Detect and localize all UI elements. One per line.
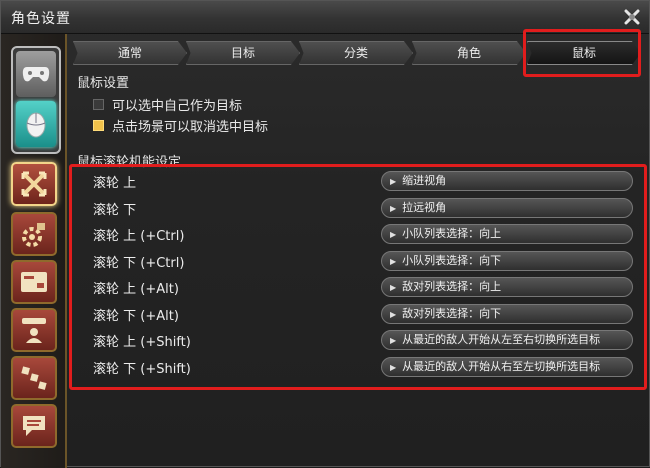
wheel-row-label: 滚轮 上	[93, 176, 137, 191]
wheel-action-value: 敌对列表选择：向上	[402, 280, 502, 293]
wheel-row-label: 滚轮 下 (+Alt)	[93, 309, 179, 324]
wheel-row-label: 滚轮 上 (+Ctrl)	[93, 229, 185, 244]
wheel-action-value: 缩进视角	[402, 174, 447, 187]
option-select-self[interactable]: 可以选中自己作为目标	[93, 95, 242, 114]
wheel-action-value: 敌对列表选择：向下	[402, 307, 502, 320]
mouse-settings-title: 鼠标设置	[77, 76, 130, 91]
gamepad-button[interactable]	[16, 51, 56, 97]
sidebar-item-chat[interactable]	[11, 404, 57, 448]
wheel-action-value: 小队列表选择：向下	[402, 254, 502, 267]
chat-icon	[23, 416, 45, 436]
wheel-action-select[interactable]: ▶ 敌对列表选择：向下	[381, 304, 633, 324]
wheel-action-select[interactable]: ▶ 拉远视角	[381, 198, 633, 218]
close-button[interactable]	[621, 6, 643, 28]
wheel-row: 滚轮 下 (+Shift) ▶ 从最近的敌人开始从右至左切换所选目标	[81, 357, 635, 377]
play-arrow-icon: ▶	[390, 283, 397, 292]
option-label: 点击场景可以取消选中目标	[112, 120, 269, 135]
window-title: 角色设置	[11, 11, 71, 27]
dots-icon	[21, 366, 47, 390]
wheel-row-label: 滚轮 下	[93, 203, 137, 218]
sidebar-item-card[interactable]	[11, 260, 57, 304]
character-settings-window: 角色设置 通常 目标 分类 角色 鼠标 鼠标设置 可以选中自己作为目标 点击场景…	[0, 0, 650, 468]
gamepad-icon	[22, 67, 50, 82]
wheel-row-label: 滚轮 上 (+Alt)	[93, 282, 179, 297]
wheel-action-value: 拉远视角	[402, 201, 447, 214]
wheel-action-value: 从最近的敌人开始从左至右切换所选目标	[402, 333, 601, 346]
wheel-action-select[interactable]: ▶ 缩进视角	[381, 171, 633, 191]
target-crosshair-icon	[21, 171, 47, 197]
wheel-settings-title: 鼠标滚轮机能设定	[77, 155, 182, 170]
tab-target[interactable]: 目标	[186, 41, 300, 65]
close-icon	[624, 9, 640, 25]
sidebar-item-profile[interactable]	[11, 308, 57, 352]
tab-mouse[interactable]: 鼠标	[527, 41, 641, 65]
wheel-row: 滚轮 上 (+Alt) ▶ 敌对列表选择：向上	[81, 277, 635, 297]
wheel-action-select[interactable]: ▶ 小队列表选择：向上	[381, 224, 633, 244]
sidebar-item-gear[interactable]	[11, 212, 57, 256]
tab-character[interactable]: 角色	[412, 41, 526, 65]
sidebar	[1, 34, 67, 468]
title-bar: 角色设置	[1, 1, 649, 34]
wheel-row: 滚轮 下 ▶ 拉远视角	[81, 198, 635, 218]
mouse-button[interactable]	[16, 101, 56, 147]
gear-bag-icon	[22, 223, 45, 247]
wheel-row: 滚轮 上 ▶ 缩进视角	[81, 171, 635, 191]
wheel-row-label: 滚轮 下 (+Shift)	[93, 362, 191, 377]
play-arrow-icon: ▶	[390, 363, 397, 372]
sidebar-item-dots[interactable]	[11, 356, 57, 400]
wheel-action-select[interactable]: ▶ 敌对列表选择：向上	[381, 277, 633, 297]
checkbox-select-self[interactable]	[93, 99, 104, 110]
play-arrow-icon: ▶	[390, 230, 397, 239]
option-label: 可以选中自己作为目标	[112, 99, 243, 114]
play-arrow-icon: ▶	[390, 310, 397, 319]
checkbox-click-deselect[interactable]	[93, 120, 104, 131]
wheel-action-select[interactable]: ▶ 小队列表选择：向下	[381, 251, 633, 271]
wheel-action-value: 从最近的敌人开始从右至左切换所选目标	[402, 360, 601, 373]
sidebar-item-target[interactable]	[11, 162, 57, 206]
wheel-action-select[interactable]: ▶ 从最近的敌人开始从右至左切换所选目标	[381, 357, 633, 377]
option-click-deselect[interactable]: 点击场景可以取消选中目标	[93, 116, 268, 135]
card-icon	[21, 272, 47, 292]
play-arrow-icon: ▶	[390, 257, 397, 266]
wheel-action-select[interactable]: ▶ 从最近的敌人开始从左至右切换所选目标	[381, 330, 633, 350]
wheel-row: 滚轮 下 (+Alt) ▶ 敌对列表选择：向下	[81, 304, 635, 324]
wheel-row-label: 滚轮 上 (+Shift)	[93, 335, 191, 350]
wheel-row: 滚轮 上 (+Ctrl) ▶ 小队列表选择：向上	[81, 224, 635, 244]
wheel-row-label: 滚轮 下 (+Ctrl)	[93, 256, 185, 271]
mouse-icon	[26, 112, 46, 138]
wheel-row: 滚轮 下 (+Ctrl) ▶ 小队列表选择：向下	[81, 251, 635, 271]
tab-bar: 通常 目标 分类 角色 鼠标	[73, 41, 641, 67]
tab-general[interactable]: 通常	[73, 41, 187, 65]
play-arrow-icon: ▶	[390, 336, 397, 345]
wheel-action-value: 小队列表选择：向上	[402, 227, 502, 240]
device-panel	[11, 46, 61, 154]
play-arrow-icon: ▶	[390, 204, 397, 213]
play-arrow-icon: ▶	[390, 177, 397, 186]
profile-icon	[22, 318, 46, 343]
wheel-row: 滚轮 上 (+Shift) ▶ 从最近的敌人开始从左至右切换所选目标	[81, 330, 635, 350]
tab-category[interactable]: 分类	[299, 41, 413, 65]
